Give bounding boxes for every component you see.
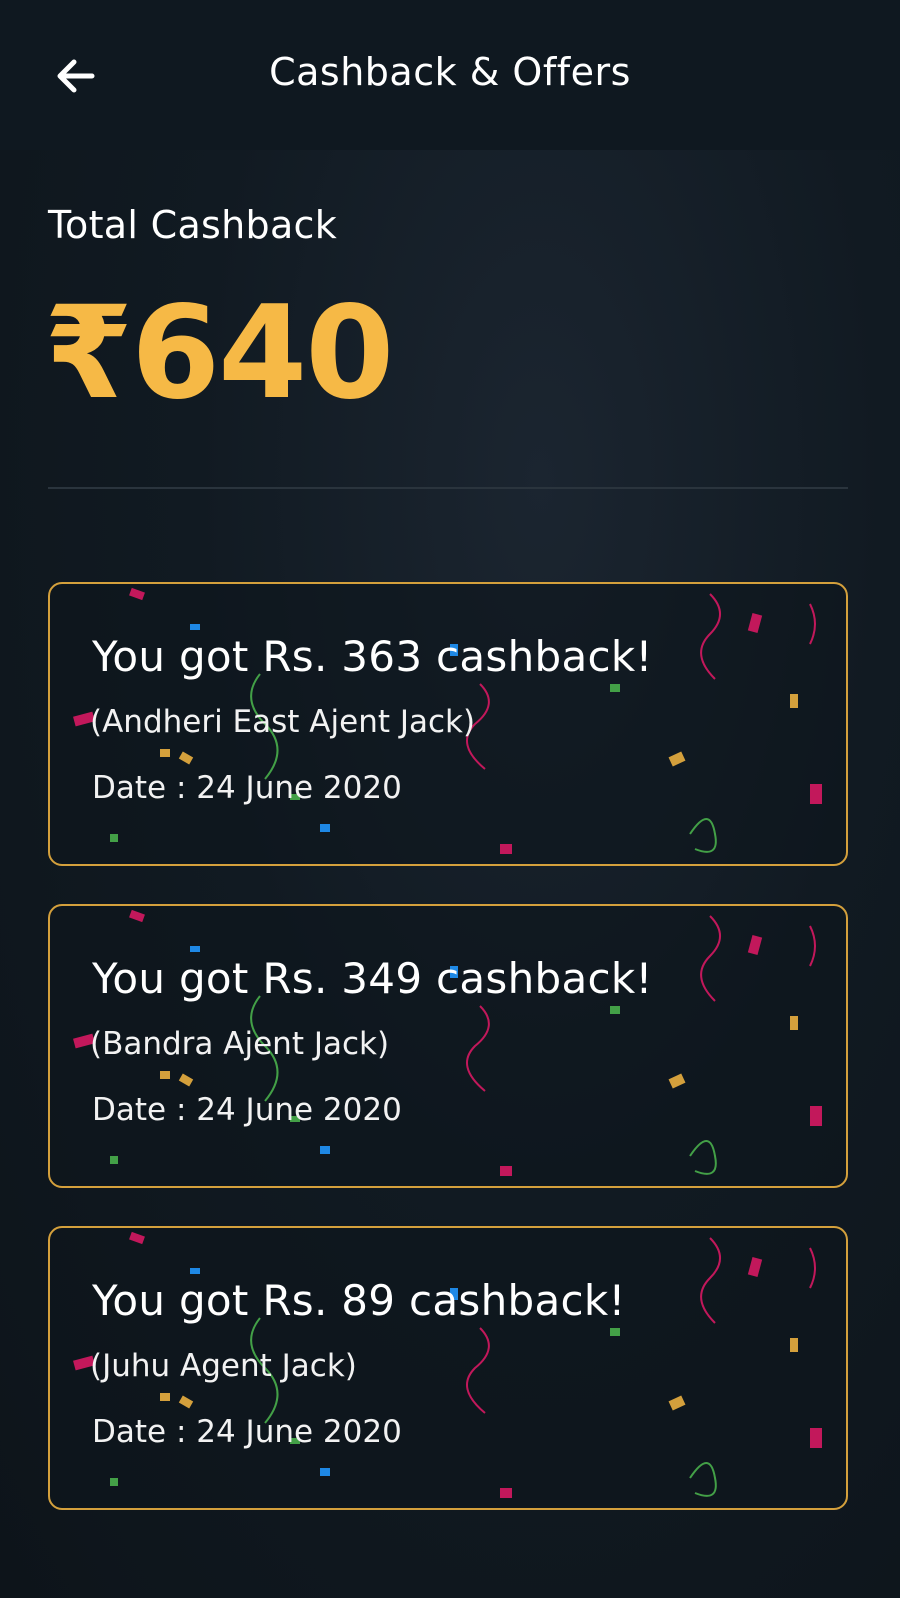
cashback-location: (Juhu Agent Jack) (90, 1348, 357, 1384)
cashback-date: Date : 24 June 2020 (92, 1092, 402, 1128)
cashback-date: Date : 24 June 2020 (92, 1414, 402, 1450)
app-header: Cashback & Offers (0, 0, 900, 150)
total-cashback-amount: ₹640 (44, 279, 394, 428)
cashback-card[interactable]: You got Rs. 363 cashback! (Andheri East … (48, 582, 848, 866)
page-title: Cashback & Offers (269, 50, 631, 94)
cashback-date: Date : 24 June 2020 (92, 770, 402, 806)
cashback-card[interactable]: You got Rs. 349 cashback! (Bandra Ajent … (48, 904, 848, 1188)
cashback-title: You got Rs. 89 cashback! (92, 1276, 626, 1325)
total-cashback-label: Total Cashback (48, 203, 338, 247)
divider (48, 487, 848, 489)
cashback-location: (Andheri East Ajent Jack) (90, 704, 476, 740)
cashback-title: You got Rs. 349 cashback! (92, 954, 653, 1003)
cashback-location: (Bandra Ajent Jack) (90, 1026, 390, 1062)
cashback-card[interactable]: You got Rs. 89 cashback! (Juhu Agent Jac… (48, 1226, 848, 1510)
cashback-title: You got Rs. 363 cashback! (92, 632, 653, 681)
cashback-list: You got Rs. 363 cashback! (Andheri East … (48, 582, 848, 1548)
